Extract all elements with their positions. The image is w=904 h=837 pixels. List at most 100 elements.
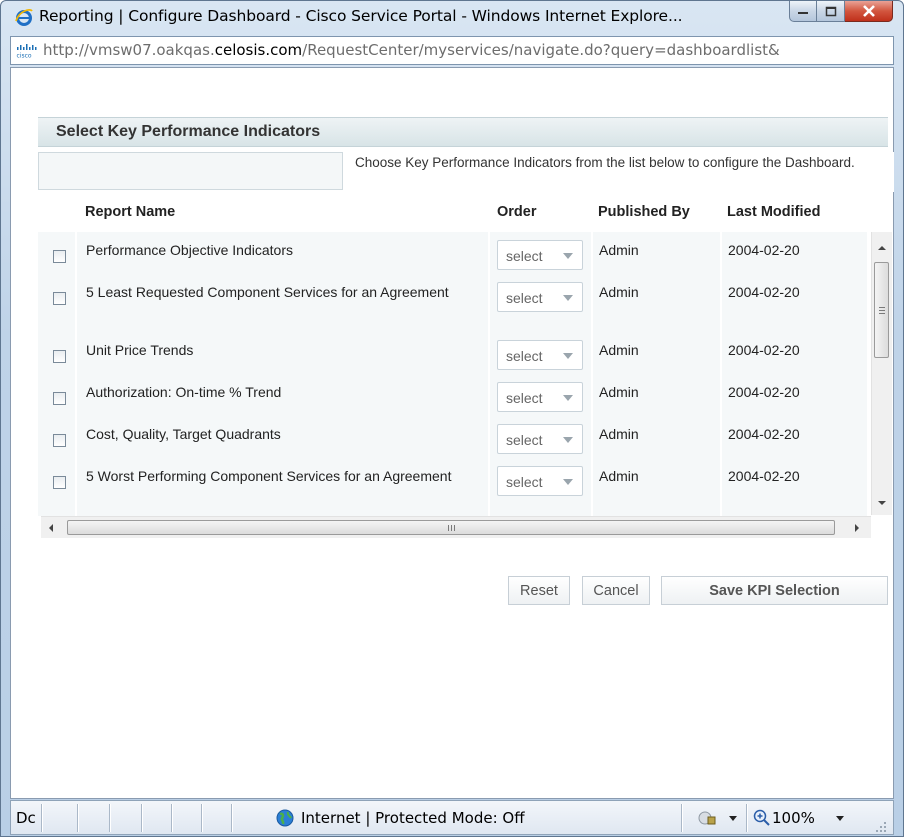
kpi-checkbox[interactable]	[53, 350, 66, 363]
status-divider	[681, 804, 682, 832]
horizontal-scroll-thumb[interactable]	[67, 520, 835, 535]
status-text: Dc	[16, 809, 36, 827]
table-row: Unit Price Trends select Admin 2004-02-20	[38, 332, 869, 375]
order-select-value: select	[506, 248, 543, 264]
minimize-button[interactable]	[789, 1, 817, 22]
chevron-down-icon	[563, 395, 573, 401]
scroll-down-icon[interactable]	[878, 501, 886, 505]
save-kpi-selection-button[interactable]: Save KPI Selection	[661, 576, 888, 605]
chevron-down-icon	[563, 353, 573, 359]
cell-background	[722, 274, 869, 332]
protected-mode-icon[interactable]	[697, 810, 717, 826]
internet-zone-globe-icon	[276, 809, 294, 827]
status-divider	[201, 804, 202, 832]
chevron-down-icon	[563, 295, 573, 301]
instructions-text: Choose Key Performance Indicators from t…	[355, 155, 855, 170]
browser-window: Reporting | Configure Dashboard - Cisco …	[0, 0, 904, 837]
order-select[interactable]: select	[497, 240, 583, 270]
scroll-right-icon[interactable]	[855, 524, 859, 532]
resize-grip-icon[interactable]	[875, 821, 887, 833]
reset-button[interactable]: Reset	[508, 576, 570, 605]
url-domain: celosis.com	[214, 41, 303, 59]
kpi-checkbox[interactable]	[53, 250, 66, 263]
chevron-down-icon	[563, 253, 573, 259]
order-select[interactable]: select	[497, 382, 583, 412]
scroll-up-icon[interactable]	[878, 246, 886, 250]
cell-background	[77, 458, 490, 512]
cell-background	[722, 458, 869, 512]
url-text[interactable]: http://vmsw07.oakqas.celosis.com/Request…	[43, 41, 780, 59]
title-bar[interactable]: Reporting | Configure Dashboard - Cisco …	[1, 1, 903, 33]
cisco-favicon-icon: cisco	[17, 44, 37, 59]
order-select[interactable]: select	[497, 282, 583, 312]
published-by: Admin	[599, 384, 639, 400]
vertical-scroll-thumb[interactable]	[874, 262, 889, 358]
order-select-value: select	[506, 432, 543, 448]
order-select[interactable]: select	[497, 424, 583, 454]
kpi-checkbox[interactable]	[53, 476, 66, 489]
grip-line	[454, 525, 455, 531]
chevron-down-icon[interactable]	[729, 816, 737, 821]
zoom-icon[interactable]	[753, 809, 771, 827]
instructions-row: Choose Key Performance Indicators from t…	[38, 152, 894, 192]
chevron-down-icon[interactable]	[836, 816, 844, 821]
column-header-report-name[interactable]: Report Name	[85, 204, 175, 220]
status-divider	[231, 804, 232, 832]
cell-background	[77, 274, 490, 332]
instructions-spacer	[38, 152, 343, 190]
cell-background	[593, 458, 722, 512]
vertical-scrollbar[interactable]	[871, 232, 892, 515]
scroll-left-icon[interactable]	[49, 524, 53, 532]
kpi-checkbox[interactable]	[53, 292, 66, 305]
order-select[interactable]: select	[497, 340, 583, 370]
published-by: Admin	[599, 242, 639, 258]
report-name: 5 Worst Performing Component Services fo…	[86, 468, 452, 484]
report-name: 5 Least Requested Component Services for…	[86, 284, 449, 300]
kpi-checkbox[interactable]	[53, 434, 66, 447]
table-row: Authorization: On-time % Trend select Admi…	[38, 374, 869, 417]
grip-line	[451, 525, 452, 531]
url-suffix: /RequestCenter/myservices/navigate.do?qu…	[302, 41, 780, 59]
dialog-title: Select Key Performance Indicators	[56, 123, 321, 140]
table-row: 5 Least Requested Component Services for…	[38, 274, 869, 333]
table-row: Cost, Quality, Target Quadrants select Adm…	[38, 416, 869, 459]
order-select-value: select	[506, 390, 543, 406]
status-divider	[141, 804, 142, 832]
status-divider	[77, 804, 78, 832]
status-divider	[746, 804, 747, 832]
cancel-button[interactable]: Cancel	[582, 576, 650, 605]
column-header-order[interactable]: Order	[497, 204, 537, 220]
column-header-published-by[interactable]: Published By	[598, 204, 690, 220]
maximize-button[interactable]	[817, 1, 845, 22]
grip-line	[879, 307, 885, 308]
order-select[interactable]: select	[497, 466, 583, 496]
published-by: Admin	[599, 342, 639, 358]
zoom-level[interactable]: 100%	[772, 809, 815, 827]
close-button[interactable]	[845, 1, 893, 22]
address-bar[interactable]: cisco http://vmsw07.oakqas.celosis.com/R…	[10, 36, 894, 65]
published-by: Admin	[599, 284, 639, 300]
close-icon	[862, 5, 875, 17]
order-select-value: select	[506, 474, 543, 490]
internet-explorer-icon	[15, 8, 33, 26]
url-prefix: http://vmsw07.oakqas.	[43, 41, 215, 59]
order-select-value: select	[506, 348, 543, 364]
chevron-down-icon	[563, 479, 573, 485]
svg-text:cisco: cisco	[17, 53, 32, 59]
status-divider	[171, 804, 172, 832]
minimize-icon	[798, 12, 808, 14]
last-modified: 2004-02-20	[728, 426, 800, 442]
grip-line	[448, 525, 449, 531]
horizontal-scrollbar[interactable]	[41, 516, 871, 538]
report-name: Authorization: On-time % Trend	[86, 384, 282, 400]
status-bar: Dc Internet | Protected Mode: Off 100%	[10, 800, 894, 835]
status-divider	[109, 804, 110, 832]
table-row: Performance Objective Indicators select Ad…	[38, 232, 869, 275]
column-header-last-modified[interactable]: Last Modified	[727, 204, 820, 220]
grip-line	[879, 313, 885, 314]
published-by: Admin	[599, 468, 639, 484]
kpi-checkbox[interactable]	[53, 392, 66, 405]
dialog-header: Select Key Performance Indicators	[38, 117, 888, 147]
security-zone-text[interactable]: Internet | Protected Mode: Off	[301, 809, 525, 827]
last-modified: 2004-02-20	[728, 384, 800, 400]
